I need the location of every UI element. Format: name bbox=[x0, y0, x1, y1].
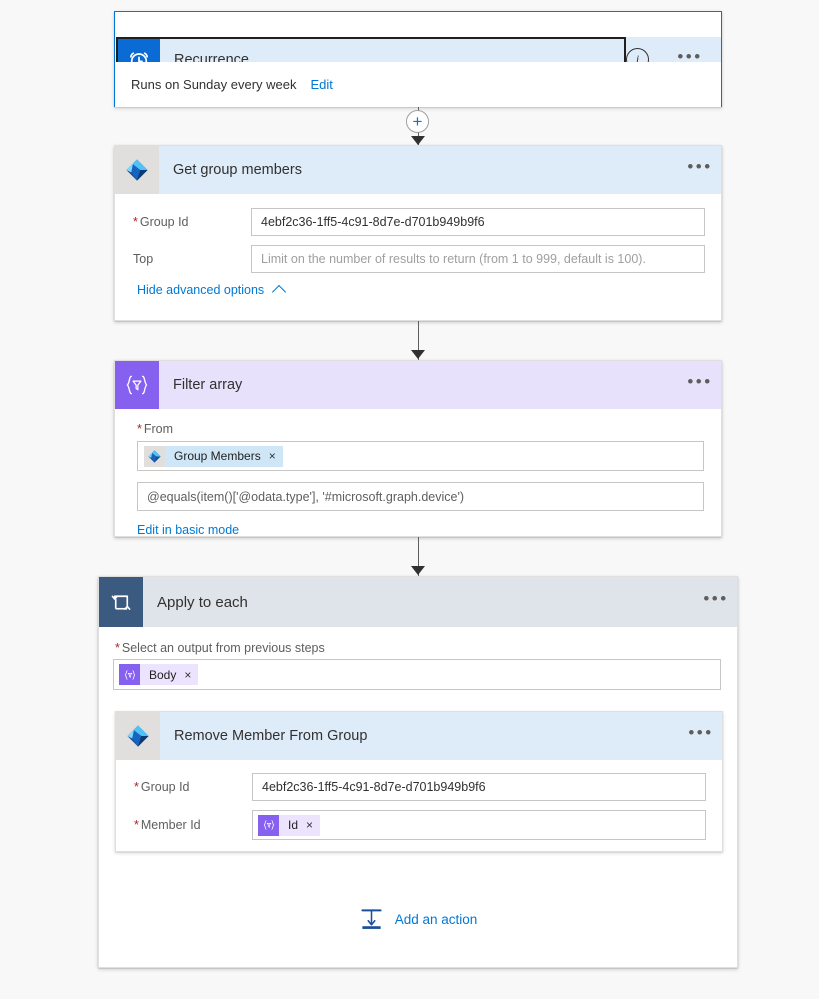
token-chip-body: Group Members × bbox=[165, 445, 283, 467]
connector-arrowhead bbox=[411, 136, 425, 145]
filter-braces-icon bbox=[115, 361, 159, 409]
action-fields: * Group Id 4ebf2c36-1ff5-4c91-8d7e-d701b9… bbox=[115, 194, 721, 299]
connector-arrowhead bbox=[411, 566, 425, 575]
token-chip-body-output[interactable]: Body × bbox=[119, 664, 199, 685]
trigger-summary-row: Runs on Sunday every week Edit bbox=[115, 62, 721, 107]
token-chip-label: Body bbox=[149, 667, 177, 682]
connector-arrowhead bbox=[411, 350, 425, 359]
group-id-input[interactable]: 4ebf2c36-1ff5-4c91-8d7e-d701b949b9f6 bbox=[251, 208, 705, 236]
field-label-member-id: * Member Id bbox=[116, 818, 252, 832]
flow-designer-canvas: Recurrence i ••• Runs on Sunday every we… bbox=[0, 0, 819, 999]
field-row-top: Top Limit on the number of results to re… bbox=[115, 245, 721, 273]
token-remove-icon[interactable]: × bbox=[306, 818, 313, 832]
chevron-up-icon bbox=[272, 284, 287, 299]
trigger-edit-link[interactable]: Edit bbox=[310, 77, 332, 92]
action-header: Get group members ••• bbox=[115, 146, 721, 194]
insert-action-icon bbox=[359, 907, 384, 932]
action-card-apply-to-each[interactable]: Apply to each ••• * Select an output from… bbox=[98, 576, 738, 968]
action-card-filter-array[interactable]: Filter array ••• *From Group Members × bbox=[114, 360, 722, 537]
trigger-schedule-text: Runs on Sunday every week bbox=[131, 77, 297, 92]
filter-braces-icon bbox=[119, 664, 140, 685]
field-label-text: Member Id bbox=[140, 818, 201, 832]
action-card-get-group-members[interactable]: Get group members ••• * Group Id 4ebf2c36… bbox=[114, 145, 722, 321]
field-label-group-id: * Group Id bbox=[115, 215, 251, 229]
token-chip-body: Body × bbox=[140, 664, 199, 685]
connector-get-members-to-filter bbox=[409, 321, 427, 360]
required-indicator: * bbox=[137, 422, 142, 436]
office365-groups-diamond-icon bbox=[116, 712, 160, 760]
field-row-group-id: * Group Id 4ebf2c36-1ff5-4c91-8d7e-d701b9… bbox=[115, 208, 721, 236]
add-an-action-label: Add an action bbox=[394, 912, 478, 927]
token-chip-body: Id × bbox=[279, 814, 321, 836]
action-more-menu-icon[interactable]: ••• bbox=[679, 361, 721, 409]
connector-trigger-to-get-members: + bbox=[406, 107, 429, 145]
edit-in-basic-mode-link[interactable]: Edit in basic mode bbox=[137, 523, 239, 537]
action-title: Apply to each bbox=[157, 593, 248, 611]
required-indicator: * bbox=[134, 780, 139, 794]
hide-advanced-options-link[interactable]: Hide advanced options bbox=[137, 283, 264, 297]
trigger-card-recurrence[interactable]: Recurrence i ••• Runs on Sunday every we… bbox=[114, 11, 722, 107]
token-chip-id[interactable]: Id × bbox=[258, 814, 321, 836]
member-id-input[interactable]: Id × bbox=[252, 810, 706, 840]
filter-expression-input[interactable]: @equals(item()['@odata.type'], '#microso… bbox=[137, 482, 704, 511]
field-row-group-id: * Group Id 4ebf2c36-1ff5-4c91-8d7e-d701b9… bbox=[116, 773, 722, 801]
action-header: Apply to each ••• bbox=[99, 577, 737, 627]
add-step-plus-button[interactable]: + bbox=[406, 110, 429, 133]
connector-filter-to-apply-each bbox=[409, 537, 427, 576]
action-more-menu-icon[interactable]: ••• bbox=[680, 712, 722, 760]
field-row-member-id: * Member Id Id × bbox=[116, 810, 722, 840]
action-title: Remove Member From Group bbox=[174, 728, 368, 744]
filter-from-input[interactable]: Group Members × bbox=[137, 441, 704, 471]
field-label-group-id: * Group Id bbox=[116, 780, 252, 794]
select-output-input[interactable]: Body × bbox=[113, 659, 721, 690]
action-fields: * Group Id 4ebf2c36-1ff5-4c91-8d7e-d701b9… bbox=[116, 760, 722, 840]
filter-braces-icon bbox=[258, 814, 279, 836]
field-label-text: Group Id bbox=[139, 215, 189, 229]
office365-groups-diamond-icon bbox=[144, 445, 165, 467]
action-more-menu-icon[interactable]: ••• bbox=[695, 578, 737, 626]
office365-groups-diamond-icon bbox=[115, 146, 159, 194]
action-more-menu-icon[interactable]: ••• bbox=[679, 146, 721, 194]
token-chip-label: Id bbox=[288, 818, 299, 832]
action-title: Get group members bbox=[173, 162, 302, 178]
action-header: Filter array ••• bbox=[115, 361, 721, 409]
token-chip-label: Group Members bbox=[174, 449, 261, 463]
token-remove-icon[interactable]: × bbox=[269, 449, 276, 463]
action-card-remove-member-from-group[interactable]: Remove Member From Group ••• * Group Id 4… bbox=[115, 711, 723, 852]
top-input[interactable]: Limit on the number of results to return… bbox=[251, 245, 705, 273]
from-label-text: From bbox=[143, 422, 174, 436]
from-label: * From bbox=[115, 409, 721, 441]
advanced-options-row[interactable]: Hide advanced options bbox=[115, 283, 721, 299]
action-header: Remove Member From Group ••• bbox=[116, 712, 722, 760]
field-label-text: Group Id bbox=[140, 780, 190, 794]
field-label-top: Top bbox=[133, 252, 154, 266]
select-output-label: * Select an output from previous steps bbox=[99, 627, 737, 659]
required-indicator: * bbox=[115, 641, 120, 655]
group-id-input[interactable]: 4ebf2c36-1ff5-4c91-8d7e-d701b949b9f6 bbox=[252, 773, 706, 801]
token-chip-group-members[interactable]: Group Members × bbox=[144, 445, 283, 467]
required-indicator: * bbox=[133, 215, 138, 229]
action-title: Filter array bbox=[173, 377, 243, 393]
token-remove-icon[interactable]: × bbox=[184, 668, 191, 682]
select-output-label-text: Select an output from previous steps bbox=[121, 641, 325, 655]
required-indicator: * bbox=[134, 818, 139, 832]
add-an-action-button[interactable]: Add an action bbox=[99, 907, 737, 932]
edit-in-basic-mode-row: Edit in basic mode bbox=[115, 523, 721, 537]
loop-arrows-icon bbox=[99, 577, 143, 627]
